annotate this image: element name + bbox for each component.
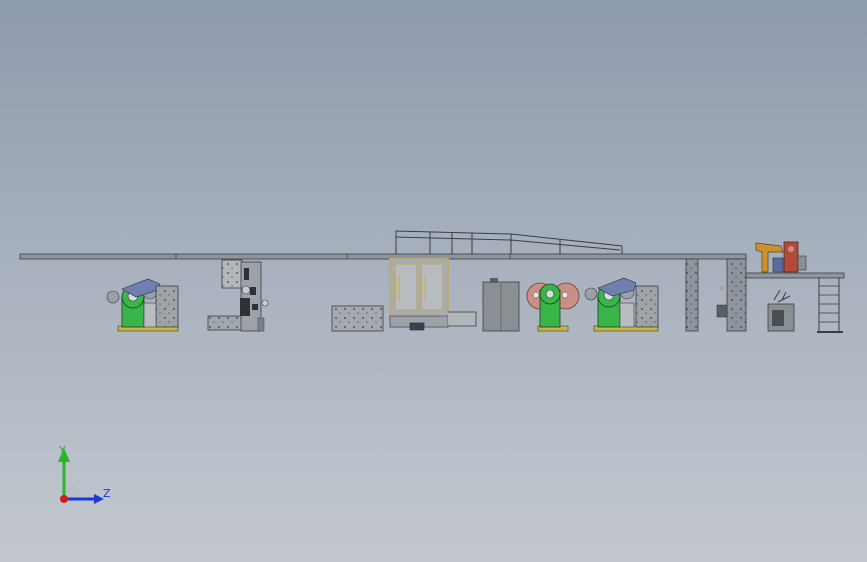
unwinder-station-right[interactable] (584, 277, 659, 332)
laminating-station[interactable] (526, 282, 580, 332)
origin-point (60, 495, 68, 503)
electrical-cabinet[interactable] (482, 278, 520, 332)
overhead-beam (19, 253, 747, 260)
z-axis-label: Z (103, 487, 111, 500)
cad-viewport[interactable]: Y Z (0, 0, 867, 562)
y-axis-label: Y (58, 444, 66, 457)
drying-oven[interactable] (389, 258, 477, 331)
printing-unit[interactable] (207, 259, 269, 332)
support-columns (685, 258, 747, 332)
production-line-assembly[interactable] (0, 0, 867, 562)
unwinder-station-left[interactable] (106, 278, 179, 332)
rewinder-platform[interactable] (745, 272, 845, 333)
roof-truss (395, 230, 623, 254)
robot-arm[interactable] (755, 241, 807, 273)
coordinate-triad: Y Z (58, 444, 111, 504)
coater-base-cabinet[interactable] (331, 305, 384, 332)
